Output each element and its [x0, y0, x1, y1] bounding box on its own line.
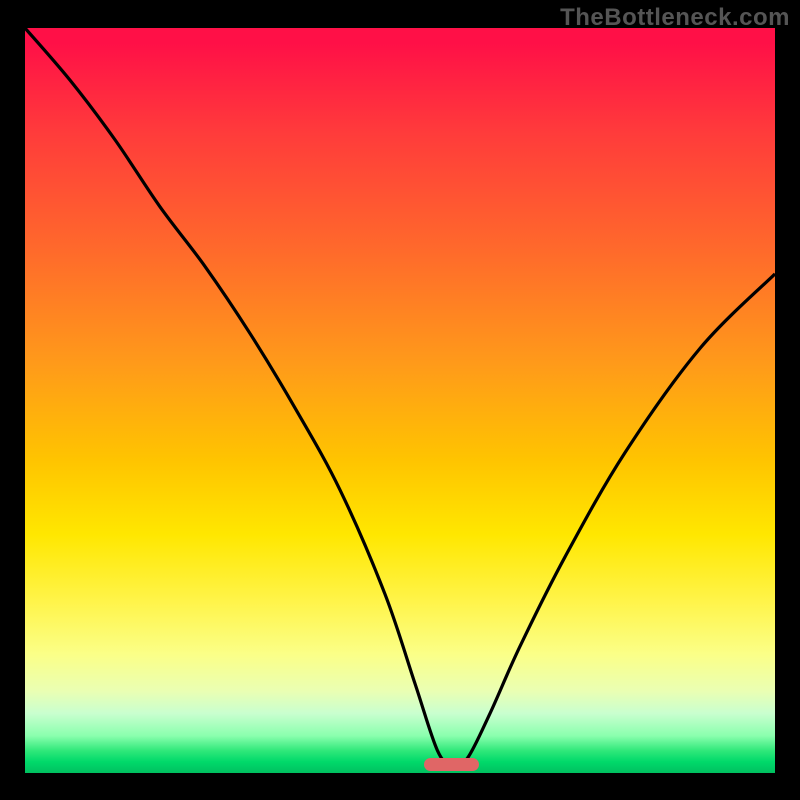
chart-frame: TheBottleneck.com: [0, 0, 800, 800]
optimal-range-bar: [424, 758, 479, 771]
curve-path: [25, 28, 775, 766]
plot-area: [25, 28, 775, 773]
watermark-text: TheBottleneck.com: [560, 4, 790, 32]
bottleneck-curve: [25, 28, 775, 773]
